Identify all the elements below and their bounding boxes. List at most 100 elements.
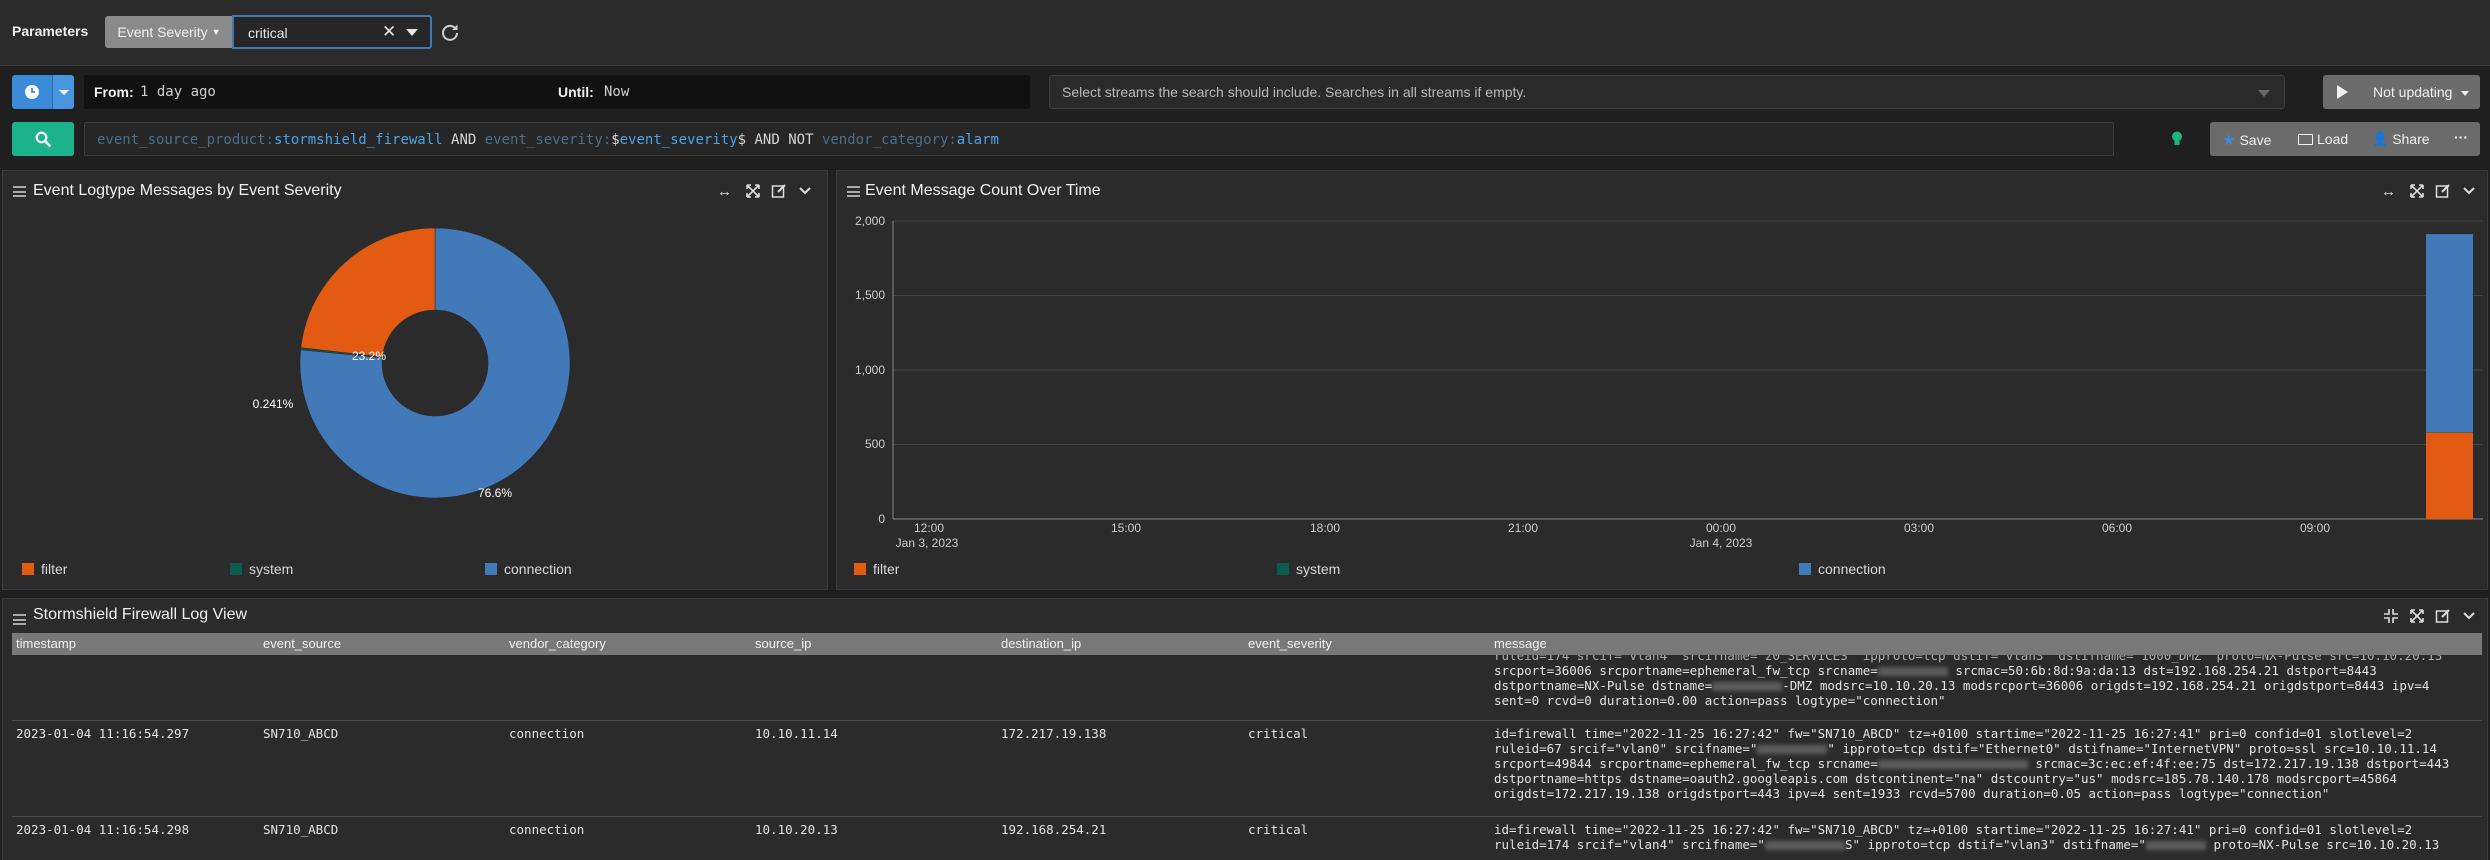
parameter-value: critical <box>248 25 288 41</box>
legend-swatch-filter <box>22 563 34 575</box>
chevron-down-icon[interactable] <box>406 29 418 36</box>
query-input[interactable]: event_source_product:stormshield_firewal… <box>84 122 2114 156</box>
chevron-down-icon[interactable] <box>2461 608 2477 624</box>
widget-title: Event Logtype Messages by Event Severity <box>33 182 342 199</box>
query-field: event_source_product: <box>97 132 275 148</box>
caret-down-icon <box>59 90 69 95</box>
search-icon <box>35 131 51 147</box>
play-icon <box>2337 85 2348 99</box>
y-tick: 1,500 <box>855 288 885 302</box>
message-line: sent=0 rcvd=0 duration=0.00 action=pass … <box>1494 693 1946 708</box>
message-line: dstportname=https dstname=oauth2.googlea… <box>1494 771 2398 786</box>
drag-handle-icon[interactable] <box>13 614 26 625</box>
column-header-event-source[interactable]: event_source <box>263 636 341 651</box>
maximize-icon[interactable] <box>2409 608 2425 624</box>
share-label: Share <box>2392 131 2430 147</box>
y-tick: 2,000 <box>855 214 885 228</box>
save-button[interactable]: ★ Save <box>2222 131 2271 149</box>
message-line: ruleid=174 srcif="vlan4" srcifname=" S" i… <box>1494 837 2439 852</box>
load-button[interactable]: Load <box>2298 131 2348 147</box>
time-range-type-caret[interactable] <box>52 75 74 109</box>
cell-timestamp: 2023-01-04 11:16:54.297 <box>16 726 190 741</box>
streams-select[interactable]: Select streams the search should include… <box>1049 75 2285 109</box>
x-subtick: Jan 3, 2023 <box>896 536 959 550</box>
caret-down-icon: ▼ <box>211 27 221 37</box>
x-tick: 12:00 <box>914 521 944 535</box>
compress-icon[interactable] <box>2383 608 2399 624</box>
redacted-value <box>1712 682 1783 691</box>
chevron-down-icon[interactable] <box>2258 90 2270 97</box>
x-tick: 09:00 <box>2300 521 2330 535</box>
legend-label-connection[interactable]: connection <box>1818 561 1886 577</box>
pie-slice-filter[interactable] <box>300 227 436 358</box>
message-text: srcmac=3c:ec:ef:4f:ee:75 dst=172.217.19.… <box>2027 756 2450 771</box>
y-tick: 500 <box>865 437 885 451</box>
x-subtick: Jan 4, 2023 <box>1690 536 1753 550</box>
refresh-interval-button[interactable]: Not updating <box>2323 75 2480 109</box>
column-header-timestamp[interactable]: timestamp <box>16 636 76 651</box>
x-tick: 15:00 <box>1111 521 1141 535</box>
time-range-display[interactable]: From: 1 day ago Until: Now <box>84 75 1030 109</box>
from-value: 1 day ago <box>140 84 216 100</box>
legend-label-connection[interactable]: connection <box>504 561 572 577</box>
expand-horizontal-icon[interactable]: ↔ <box>717 183 733 200</box>
legend-label-system[interactable]: system <box>1296 561 1340 577</box>
bar-segment-connection[interactable] <box>2426 234 2473 433</box>
cell-vendor-category: connection <box>509 822 585 837</box>
message-text: " ipproto=tcp dstif="Ethernet0" dstifnam… <box>1827 741 2437 756</box>
time-range-type-button[interactable] <box>12 75 52 109</box>
redacted-value <box>2145 841 2206 850</box>
legend-label-filter[interactable]: filter <box>873 561 899 577</box>
search-button[interactable] <box>12 122 74 156</box>
column-header-destination-ip[interactable]: destination_ip <box>1001 636 1081 651</box>
query-operator: AND <box>442 132 485 148</box>
bar-segment-filter[interactable] <box>2426 432 2473 519</box>
drag-handle-icon[interactable] <box>13 186 26 197</box>
row-divider <box>12 816 2482 817</box>
column-header-message[interactable]: message <box>1494 636 1547 651</box>
query-operator: AND NOT <box>746 132 822 148</box>
message-text: ruleid=174 srcif="vlan4" srcifname=" <box>1494 837 1765 852</box>
message-text: S" ipproto=tcp dstif="vlan3" dstifname=" <box>1844 837 2146 852</box>
lightbulb-icon[interactable] <box>2170 130 2184 148</box>
legend-swatch-connection <box>485 563 497 575</box>
more-actions-button[interactable]: ··· <box>2454 129 2468 145</box>
message-line: srcport=49844 srcportname=ephemeral_fw_t… <box>1494 756 2449 771</box>
message-line: id=firewall time="2022-11-25 16:27:42" f… <box>1494 726 2413 741</box>
until-value: Now <box>604 84 630 100</box>
x-tick: 21:00 <box>1508 521 1538 535</box>
legend-swatch-system <box>1277 563 1289 575</box>
column-header-source-ip[interactable]: source_ip <box>755 636 811 651</box>
message-text: srcmac=50:6b:8d:9a:da:13 dst=192.168.254… <box>1947 663 2377 678</box>
x-tick: 00:00 <box>1706 521 1736 535</box>
message-line: id=firewall time="2022-11-25 16:27:42" f… <box>1494 822 2413 837</box>
y-tick: 1,000 <box>855 363 885 377</box>
log-table-body: ruleid=174 srcif="vlan4" srcifname="z0_S… <box>0 655 2490 860</box>
user-plus-icon: 👤 <box>2372 131 2389 146</box>
column-header-event-severity[interactable]: event_severity <box>1248 636 1332 651</box>
chevron-down-icon[interactable] <box>797 183 813 199</box>
pie-label-system: 0.241% <box>253 397 294 411</box>
pie-label-connection: 76.6% <box>478 486 512 500</box>
star-icon: ★ <box>2222 132 2236 149</box>
maximize-icon[interactable] <box>745 183 761 199</box>
message-line: dstportname=NX-Pulse dstname= -DMZ modsrc… <box>1494 678 2429 693</box>
legend-label-system[interactable]: system <box>249 561 293 577</box>
query-field: event_severity: <box>484 132 612 148</box>
edit-icon[interactable] <box>771 183 787 199</box>
edit-icon[interactable] <box>2435 608 2451 624</box>
refresh-icon[interactable] <box>440 22 460 42</box>
query-parameter: event_severity <box>619 132 738 148</box>
parameter-value-select[interactable]: critical ✕ <box>232 15 432 49</box>
message-line: ruleid=174 srcif="vlan4" srcifname="z0_S… <box>1494 655 2443 663</box>
parameter-name-label: Event Severity <box>117 24 208 40</box>
clear-icon[interactable]: ✕ <box>382 22 396 42</box>
legend-label-filter[interactable]: filter <box>41 561 67 577</box>
column-header-vendor-category[interactable]: vendor_category <box>509 636 606 651</box>
pie-label-filter: 23.2% <box>352 349 386 363</box>
share-button[interactable]: 👤 Share <box>2372 131 2430 147</box>
legend-swatch-filter <box>854 563 866 575</box>
parameter-name-dropdown[interactable]: Event Severity ▼ <box>105 16 233 48</box>
cell-source-ip: 10.10.11.14 <box>755 726 838 741</box>
streams-placeholder: Select streams the search should include… <box>1062 84 1527 100</box>
